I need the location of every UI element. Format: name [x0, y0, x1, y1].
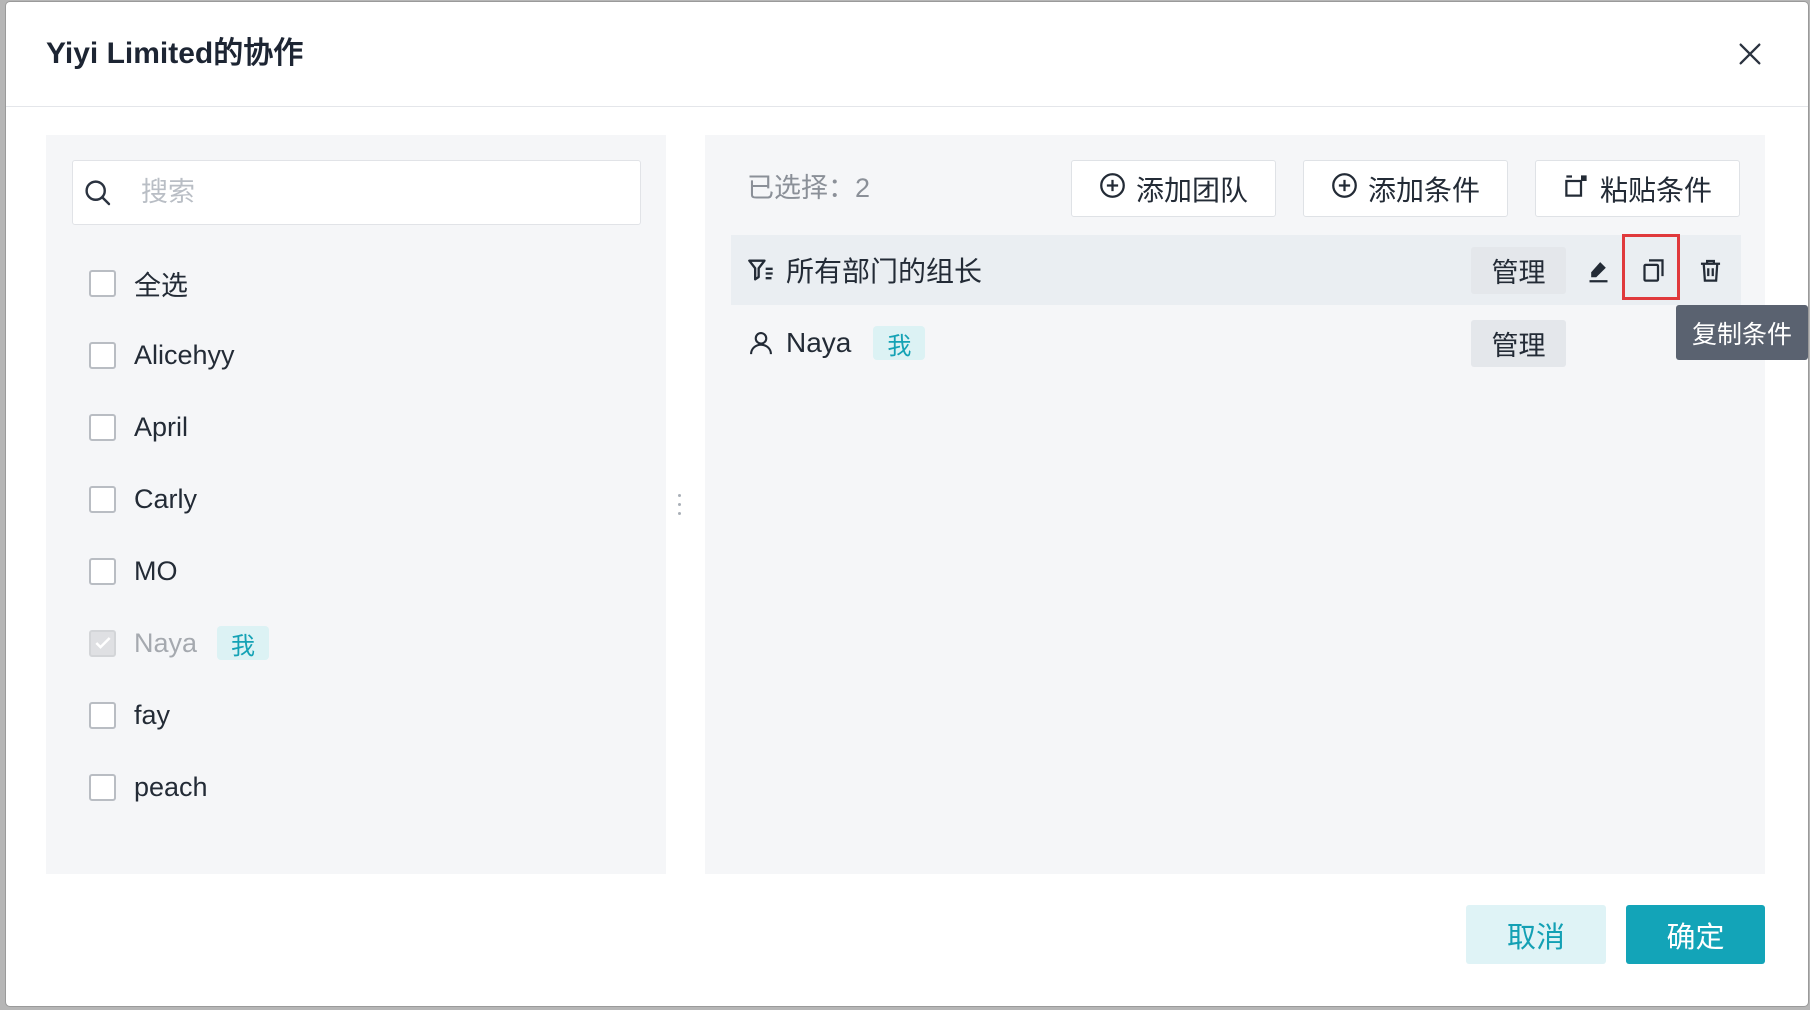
panel-resize-handle[interactable]: [678, 494, 682, 516]
member-picker-panel: 全选 Alicehyy April Carly MO Naya 我: [46, 135, 666, 874]
member-checkbox[interactable]: [89, 485, 116, 513]
member-checkbox: [89, 629, 116, 657]
list-item[interactable]: MO: [46, 535, 666, 607]
copy-condition-tooltip: 复制条件: [1676, 305, 1808, 360]
member-checkbox[interactable]: [89, 413, 116, 441]
role-selector[interactable]: 管理: [1471, 320, 1566, 367]
dialog-title: Yiyi Limited的协作: [46, 37, 304, 70]
table-row[interactable]: Naya 我 管理: [731, 308, 1741, 378]
add-team-button[interactable]: 添加团队: [1071, 160, 1276, 217]
selected-count: 已选择：2: [747, 170, 870, 206]
member-label: Alicehyy: [134, 339, 235, 370]
highlight-box: [1622, 234, 1680, 300]
add-condition-button[interactable]: 添加条件: [1303, 160, 1508, 217]
table-row[interactable]: 所有部门的组长 管理: [731, 234, 1741, 305]
me-badge: 我: [873, 326, 926, 360]
member-checkbox[interactable]: [89, 773, 116, 801]
plus-circle-icon: [1099, 172, 1126, 206]
list-item[interactable]: fay: [46, 679, 666, 751]
list-item[interactable]: April: [46, 391, 666, 463]
confirm-button[interactable]: 确定: [1626, 905, 1765, 964]
list-item[interactable]: Alicehyy: [46, 319, 666, 391]
member-checkbox[interactable]: [89, 341, 116, 369]
plus-circle-icon: [1331, 172, 1358, 206]
member-list: 全选 Alicehyy April Carly MO Naya 我 fay pe…: [46, 247, 666, 823]
list-item[interactable]: peach: [46, 751, 666, 823]
paste-icon: [1563, 172, 1590, 206]
list-item[interactable]: Carly: [46, 463, 666, 535]
member-label: fay: [134, 699, 171, 730]
me-badge: 我: [217, 626, 270, 660]
filter-icon: [747, 256, 775, 284]
member-label: Carly: [134, 483, 198, 514]
cancel-button[interactable]: 取消: [1466, 905, 1606, 964]
edit-icon[interactable]: [1580, 252, 1616, 288]
member-checkbox[interactable]: [89, 701, 116, 729]
header-divider: [6, 106, 1808, 107]
search-icon: [83, 178, 112, 207]
user-icon: [747, 329, 775, 357]
paste-condition-label: 粘贴条件: [1599, 174, 1712, 206]
search-input[interactable]: [139, 161, 619, 224]
selected-count-value: 2: [855, 173, 871, 203]
paste-condition-button[interactable]: 粘贴条件: [1535, 160, 1740, 217]
row-main: 所有部门的组长: [786, 235, 982, 305]
select-all-label: 全选: [134, 270, 188, 301]
selected-panel: 已选择：2 添加团队 添加条件 粘贴条件 所有部门的组长 管理 Naya 我 管…: [705, 135, 1765, 874]
collaboration-dialog: Yiyi Limited的协作 全选 Alicehyy April: [6, 2, 1808, 1006]
delete-icon[interactable]: [1692, 252, 1728, 288]
role-selector[interactable]: 管理: [1471, 247, 1566, 294]
select-all-checkbox[interactable]: [89, 269, 116, 297]
close-icon[interactable]: [1732, 36, 1768, 72]
member-label: MO: [134, 555, 178, 586]
row-main: Naya 我: [786, 308, 926, 378]
member-label: April: [134, 411, 189, 442]
select-all-item[interactable]: 全选: [46, 247, 666, 319]
list-item: Naya 我: [46, 607, 666, 679]
user-label: Naya: [786, 327, 852, 358]
member-label: peach: [134, 771, 208, 802]
search-box[interactable]: [72, 160, 641, 225]
selected-count-label: 已选择：: [747, 173, 855, 203]
add-team-label: 添加团队: [1135, 174, 1248, 206]
member-label: Naya: [134, 627, 198, 658]
condition-label: 所有部门的组长: [786, 256, 983, 287]
member-checkbox[interactable]: [89, 557, 116, 585]
add-condition-label: 添加条件: [1367, 174, 1480, 206]
